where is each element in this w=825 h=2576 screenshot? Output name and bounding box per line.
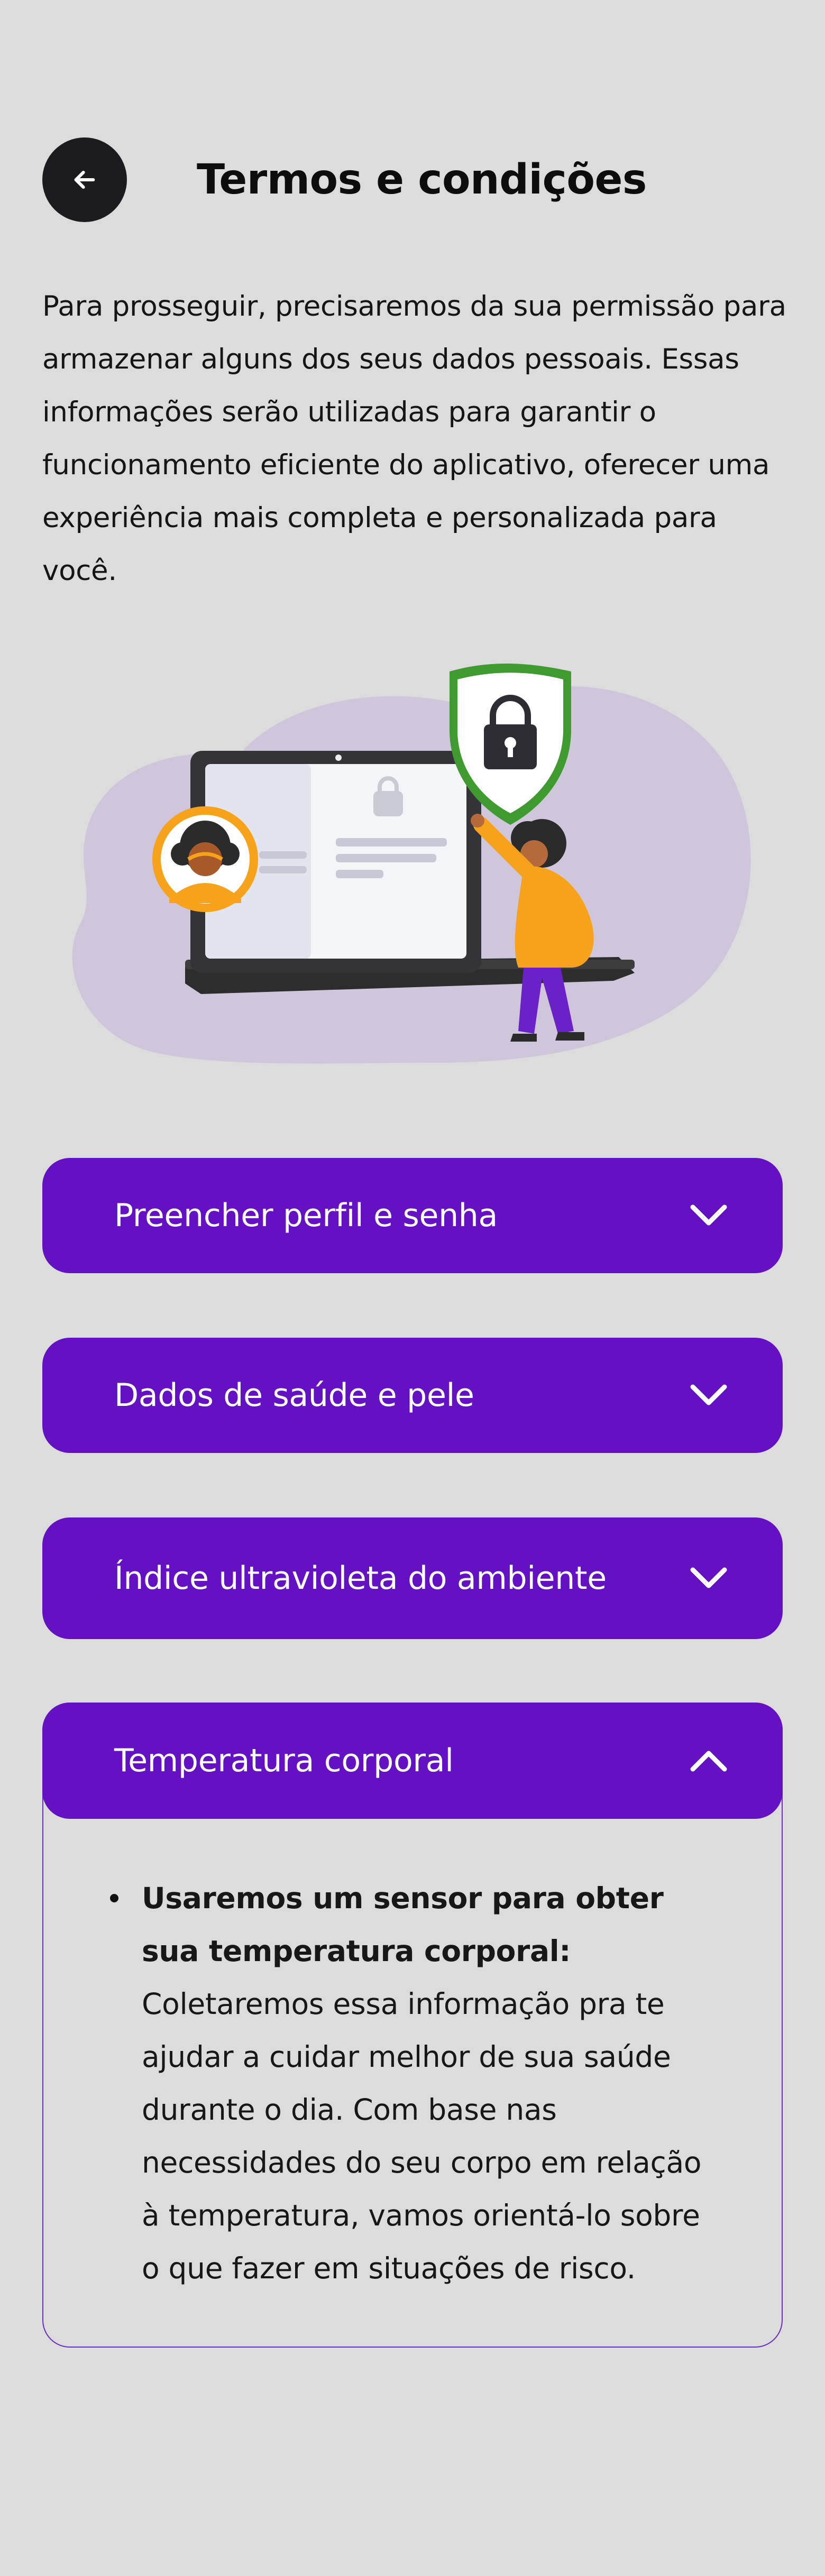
intro-text: Para prosseguir, precisaremos da sua per… — [42, 290, 786, 587]
privacy-illustration — [72, 664, 751, 1064]
avatar-icon — [152, 806, 258, 912]
arrow-left-icon — [74, 170, 95, 189]
terms-screen: Termos e condições Para prosseguir, prec… — [0, 0, 825, 2576]
temperature-details: Usaremos um sensor para obter sua temper… — [99, 1872, 723, 2295]
detail-text: Coletaremos essa informação pra te ajuda… — [142, 1987, 702, 2285]
accordion-body-temperature-header[interactable]: Temperatura corporal — [42, 1703, 783, 1819]
chevron-up-icon — [688, 1745, 730, 1777]
page-title: Termos e condições — [197, 156, 647, 204]
accordion-health-skin[interactable]: Dados de saúde e pele — [42, 1338, 783, 1453]
chevron-down-icon — [688, 1379, 730, 1411]
accordion-label: Índice ultravioleta do ambiente — [114, 1560, 607, 1597]
accordion-label: Temperatura corporal — [114, 1742, 454, 1779]
bold-lead: Usaremos um sensor para obter sua temper… — [142, 1881, 664, 1968]
accordion-profile-password[interactable]: Preencher perfil e senha — [42, 1158, 783, 1273]
back-button[interactable] — [42, 137, 127, 222]
accordion-label: Dados de saúde e pele — [114, 1377, 474, 1414]
chevron-down-icon — [688, 1562, 730, 1594]
chevron-down-icon — [688, 1200, 730, 1231]
list-item: Usaremos um sensor para obter sua temper… — [99, 1872, 723, 2295]
accordion-uv-index[interactable]: Índice ultravioleta do ambiente — [42, 1517, 783, 1639]
accordion-label: Preencher perfil e senha — [114, 1197, 498, 1234]
